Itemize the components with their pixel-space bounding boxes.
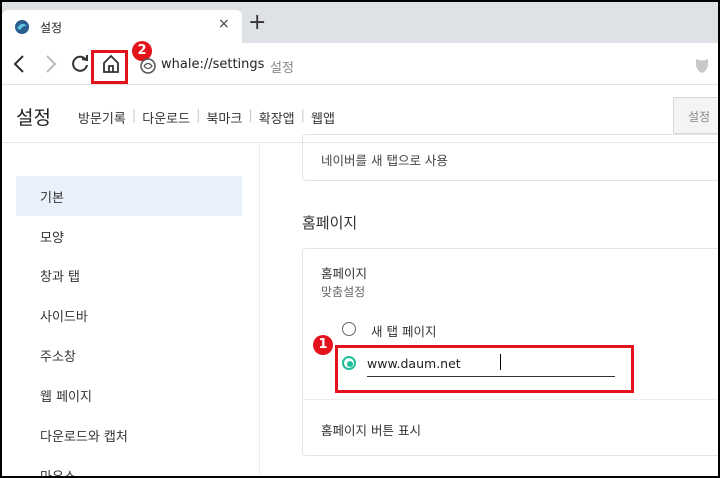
sidebar-item-web-page[interactable]: 웹 페이지	[16, 375, 242, 415]
sidebar-item-basic[interactable]: 기본	[16, 176, 242, 216]
whale-logo-icon	[15, 20, 29, 34]
homepage-card: 홈페이지 맞춤설정 새 탭 페이지 1 홈페이지 버튼 표시	[302, 248, 718, 456]
step-badge-1: 1	[313, 335, 333, 355]
settings-sidebar: 기본 모양 창과 탭 사이드바 주소창 웹 페이지 다운로드와 캡처 마우스	[2, 144, 260, 476]
radio-new-tab-page-label[interactable]: 새 탭 페이지	[371, 321, 436, 340]
browser-toolbar	[2, 43, 718, 85]
sidebar-item-appearance[interactable]: 모양	[16, 216, 242, 256]
url-input-highlight	[335, 345, 634, 393]
nav-webapps[interactable]: 웹앱	[311, 108, 335, 127]
tab-strip: 설정 × +	[2, 2, 718, 43]
back-arrow-icon[interactable]	[8, 52, 32, 76]
divider	[303, 399, 718, 400]
new-tab-button[interactable]: +	[248, 12, 266, 34]
page-title: 설정	[16, 107, 51, 129]
address-bar-url[interactable]: whale://settings	[161, 57, 264, 72]
nav-history[interactable]: 방문기록	[78, 108, 126, 127]
tab-settings[interactable]: 설정 ×	[2, 10, 242, 43]
tab-title: 설정	[40, 21, 63, 35]
settings-nav: 방문기록 | 다운로드 | 북마크 | 확장앱 | 웹앱	[78, 108, 335, 127]
show-home-button-label[interactable]: 홈페이지 버튼 표시	[321, 420, 421, 439]
shield-icon[interactable]	[694, 57, 710, 74]
nav-downloads[interactable]: 다운로드	[142, 108, 190, 127]
nav-bookmarks[interactable]: 북마크	[206, 108, 242, 127]
naver-newtab-card: 네이버를 새 탭으로 사용	[302, 134, 718, 181]
home-button-highlight	[91, 50, 128, 84]
reload-icon[interactable]	[68, 52, 92, 76]
sidebar-item-sidebar[interactable]: 사이드바	[16, 295, 242, 335]
site-info-icon[interactable]	[139, 57, 157, 75]
forward-arrow-icon[interactable]	[38, 52, 62, 76]
sidebar-item-address-bar[interactable]: 주소창	[16, 335, 242, 375]
sidebar-item-download-capture[interactable]: 다운로드와 캡처	[16, 415, 242, 455]
browser-window: 설정 × + 2 whale://settings 설정 설정 방문기록 | 다…	[2, 2, 718, 476]
homepage-sublabel: 맞춤설정	[321, 285, 366, 299]
settings-search-input[interactable]: 설정	[673, 97, 718, 134]
nav-extensions[interactable]: 확장앱	[259, 108, 295, 127]
settings-main: 네이버를 새 탭으로 사용 홈페이지 홈페이지 맞춤설정 새 탭 페이지 1 홈…	[261, 134, 718, 476]
tab-close-icon[interactable]: ×	[218, 16, 230, 32]
sidebar-item-mouse[interactable]: 마우스	[16, 455, 242, 476]
naver-newtab-label[interactable]: 네이버를 새 탭으로 사용	[321, 150, 448, 169]
homepage-label: 홈페이지	[321, 266, 368, 281]
radio-new-tab-page[interactable]	[342, 322, 356, 336]
sidebar-item-windows-tabs[interactable]: 창과 탭	[16, 255, 242, 295]
address-bar-page-tag: 설정	[270, 61, 294, 76]
homepage-section-heading: 홈페이지	[302, 214, 358, 232]
